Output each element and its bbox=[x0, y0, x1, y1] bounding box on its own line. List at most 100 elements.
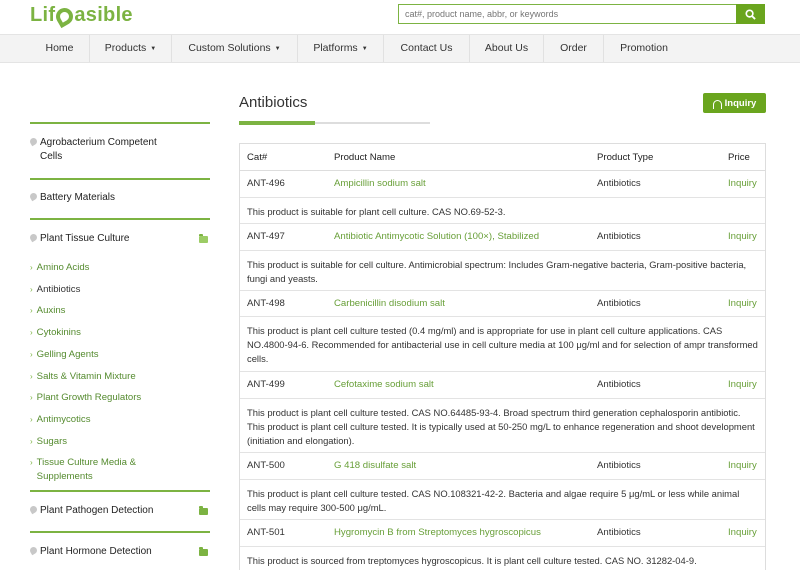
header-name: Product Name bbox=[334, 152, 396, 163]
cell-type: Antibiotics bbox=[597, 527, 641, 538]
chevron-right-icon: › bbox=[30, 415, 33, 424]
search-button[interactable] bbox=[736, 4, 765, 24]
product-link[interactable]: Antibiotic Antimycotic Solution (100×), … bbox=[334, 231, 539, 242]
folder-icon bbox=[199, 547, 208, 556]
table-row: ANT-496 Ampicillin sodium salt Antibioti… bbox=[240, 171, 765, 198]
title-underline bbox=[315, 122, 430, 124]
title-underline-accent bbox=[239, 121, 315, 125]
leaf-icon bbox=[28, 504, 39, 515]
chevron-right-icon: › bbox=[30, 372, 33, 381]
cell-type: Antibiotics bbox=[597, 298, 641, 309]
inquiry-button[interactable]: Inquiry bbox=[703, 93, 766, 113]
chevron-right-icon: › bbox=[30, 458, 33, 467]
cell-cat: ANT-499 bbox=[247, 379, 285, 390]
sidebar-sub-amino-acids[interactable]: › Amino Acids bbox=[30, 261, 210, 275]
sidebar-divider bbox=[30, 490, 210, 492]
table-row: ANT-497 Antibiotic Antimycotic Solution … bbox=[240, 224, 765, 251]
chevron-right-icon: › bbox=[30, 328, 33, 337]
caret-down-icon: ▼ bbox=[150, 46, 157, 52]
sidebar-sub-growth-regulators[interactable]: › Plant Growth Regulators bbox=[30, 391, 210, 405]
table-row: ANT-500 G 418 disulfate salt Antibiotics… bbox=[240, 453, 765, 480]
price-inquiry-link[interactable]: Inquiry bbox=[728, 178, 757, 189]
header-price: Price bbox=[728, 152, 750, 163]
price-inquiry-link[interactable]: Inquiry bbox=[728, 298, 757, 309]
product-link[interactable]: Ampicillin sodium salt bbox=[334, 178, 426, 189]
cell-type: Antibiotics bbox=[597, 178, 641, 189]
page-title: Antibiotics bbox=[239, 94, 308, 111]
cell-cat: ANT-501 bbox=[247, 527, 285, 538]
sidebar-divider bbox=[30, 178, 210, 180]
folder-icon bbox=[199, 506, 208, 515]
row-description: This product is plant cell culture teste… bbox=[240, 399, 765, 453]
logo-text-prefix: Lif bbox=[30, 4, 56, 26]
product-link[interactable]: Hygromycin B from Streptomyces hygroscop… bbox=[334, 527, 541, 538]
nav-order[interactable]: Order bbox=[544, 35, 604, 62]
site-header: Lif asible bbox=[0, 0, 800, 34]
header-type: Product Type bbox=[597, 152, 654, 163]
logo-text-suffix: asible bbox=[74, 4, 133, 26]
sidebar-sub-sugars[interactable]: › Sugars bbox=[30, 435, 210, 449]
product-link[interactable]: Carbenicillin disodium salt bbox=[334, 298, 445, 309]
chevron-right-icon: › bbox=[30, 437, 33, 446]
table-row: ANT-499 Cefotaxime sodium salt Antibioti… bbox=[240, 372, 765, 399]
sidebar-cat-plant-tissue[interactable]: Plant Tissue Culture bbox=[28, 232, 210, 246]
sidebar-sub-gelling-agents[interactable]: › Gelling Agents bbox=[30, 348, 210, 362]
table-row: ANT-498 Carbenicillin disodium salt Anti… bbox=[240, 291, 765, 317]
row-description: This product is plant cell culture teste… bbox=[240, 317, 765, 372]
header-cat: Cat# bbox=[247, 152, 268, 163]
product-link[interactable]: Cefotaxime sodium salt bbox=[334, 379, 434, 390]
search-input[interactable] bbox=[398, 4, 736, 24]
cell-cat: ANT-500 bbox=[247, 460, 285, 471]
price-inquiry-link[interactable]: Inquiry bbox=[728, 460, 757, 471]
chevron-right-icon: › bbox=[30, 350, 33, 359]
row-description: This product is suitable for cell cultur… bbox=[240, 251, 765, 291]
headphones-icon bbox=[712, 99, 722, 109]
caret-down-icon: ▼ bbox=[274, 46, 281, 52]
leaf-icon bbox=[28, 191, 39, 202]
cell-type: Antibiotics bbox=[597, 231, 641, 242]
table-header: Cat# Product Name Product Type Price bbox=[240, 144, 765, 171]
nav-about-us[interactable]: About Us bbox=[470, 35, 544, 62]
price-inquiry-link[interactable]: Inquiry bbox=[728, 527, 757, 538]
sidebar-sub-cytokinins[interactable]: › Cytokinins bbox=[30, 326, 210, 340]
nav-platforms[interactable]: Platforms ▼ bbox=[298, 35, 384, 62]
sidebar-sub-antibiotics[interactable]: › Antibiotics bbox=[30, 283, 210, 297]
leaf-icon bbox=[28, 232, 39, 243]
sidebar-sub-antimycotics[interactable]: › Antimycotics bbox=[30, 413, 210, 427]
caret-down-icon: ▼ bbox=[361, 46, 368, 52]
leaf-icon bbox=[28, 545, 39, 556]
sidebar-cat-pathogen[interactable]: Plant Pathogen Detection bbox=[28, 504, 210, 518]
nav-home[interactable]: Home bbox=[30, 35, 90, 62]
sidebar-sub-auxins[interactable]: › Auxins bbox=[30, 304, 210, 318]
nav-contact-us[interactable]: Contact Us bbox=[384, 35, 470, 62]
nav-promotion[interactable]: Promotion bbox=[604, 35, 684, 62]
sidebar-divider bbox=[30, 218, 210, 220]
cell-type: Antibiotics bbox=[597, 379, 641, 390]
sidebar-divider bbox=[30, 122, 210, 124]
row-description: This product is suitable for plant cell … bbox=[240, 198, 765, 224]
folder-open-icon bbox=[199, 234, 208, 243]
cell-cat: ANT-498 bbox=[247, 298, 285, 309]
chevron-right-icon: › bbox=[30, 285, 33, 294]
chevron-right-icon: › bbox=[30, 393, 33, 402]
leaf-icon bbox=[28, 136, 39, 147]
price-inquiry-link[interactable]: Inquiry bbox=[728, 231, 757, 242]
sidebar-divider bbox=[30, 531, 210, 533]
table-row: ANT-501 Hygromycin B from Streptomyces h… bbox=[240, 520, 765, 547]
sidebar-sub-tissue-media[interactable]: › Tissue Culture Media & Supplements bbox=[30, 456, 210, 483]
cell-type: Antibiotics bbox=[597, 460, 641, 471]
chevron-right-icon: › bbox=[30, 263, 33, 272]
product-table: Cat# Product Name Product Type Price ANT… bbox=[239, 143, 766, 570]
site-logo[interactable]: Lif asible bbox=[30, 4, 133, 29]
nav-custom-solutions[interactable]: Custom Solutions ▼ bbox=[172, 35, 298, 62]
sidebar-cat-agrobacterium[interactable]: Agrobacterium Competent Cells bbox=[28, 136, 210, 163]
price-inquiry-link[interactable]: Inquiry bbox=[728, 379, 757, 390]
cell-cat: ANT-496 bbox=[247, 178, 285, 189]
sidebar-cat-battery[interactable]: Battery Materials bbox=[28, 191, 210, 205]
main-nav: Home Products ▼ Custom Solutions ▼ Platfor… bbox=[0, 34, 800, 63]
sidebar-sub-salts-vitamin[interactable]: › Salts & Vitamin Mixture bbox=[30, 370, 210, 384]
row-description: This product is sourced from treptomyces… bbox=[240, 547, 765, 570]
sidebar-cat-hormone[interactable]: Plant Hormone Detection bbox=[28, 545, 210, 559]
product-link[interactable]: G 418 disulfate salt bbox=[334, 460, 416, 471]
nav-products[interactable]: Products ▼ bbox=[90, 35, 172, 62]
